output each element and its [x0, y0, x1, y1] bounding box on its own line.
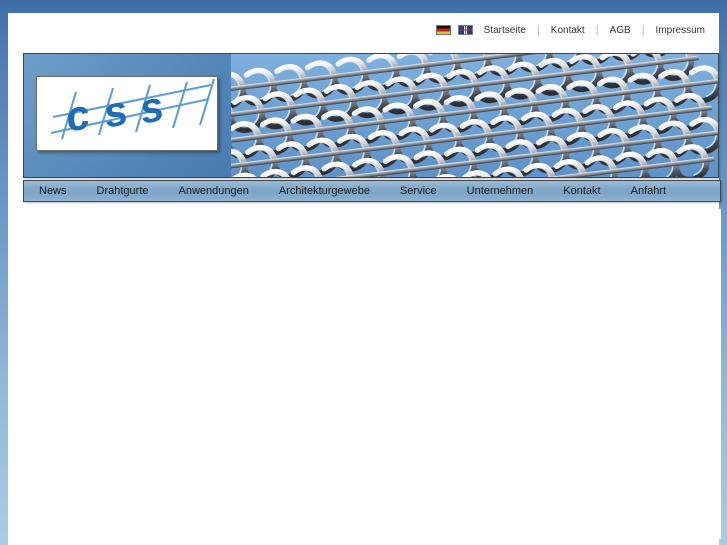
content-area — [23, 209, 721, 539]
nav-item-drahtgurte[interactable]: Drahtgurte — [87, 181, 159, 201]
utility-separator: | — [595, 23, 599, 36]
nav-item-service[interactable]: Service — [390, 181, 447, 201]
nav-item-anwendungen[interactable]: Anwendungen — [169, 181, 259, 201]
utility-link-startseite[interactable]: Startseite — [480, 25, 530, 36]
nav-item-news[interactable]: News — [29, 181, 77, 201]
css-logo-icon: c s s — [37, 77, 217, 150]
main-navigation: News Drahtgurte Anwendungen Architekturg… — [23, 180, 721, 202]
nav-item-unternehmen[interactable]: Unternehmen — [457, 181, 544, 201]
flag-uk-icon[interactable] — [457, 25, 473, 35]
page-panel: Startseite | Kontakt | AGB | Impressum c… — [8, 13, 721, 545]
banner-image — [231, 54, 718, 177]
utility-separator: | — [641, 23, 645, 36]
utility-link-kontakt[interactable]: Kontakt — [547, 25, 589, 36]
wire-mesh-photo — [231, 54, 718, 177]
utility-separator: | — [536, 23, 540, 36]
utility-link-agb[interactable]: AGB — [606, 25, 635, 36]
utility-nav: Startseite | Kontakt | AGB | Impressum — [435, 22, 709, 38]
logo-card[interactable]: c s s — [36, 76, 218, 151]
header-banner: c s s — [23, 53, 719, 178]
nav-item-kontakt[interactable]: Kontakt — [553, 181, 610, 201]
flag-de-icon[interactable] — [435, 25, 451, 35]
utility-link-impressum[interactable]: Impressum — [652, 25, 709, 36]
nav-item-architekturgewebe[interactable]: Architekturgewebe — [269, 181, 380, 201]
logo-pane: c s s — [24, 54, 231, 177]
nav-item-anfahrt[interactable]: Anfahrt — [621, 181, 676, 201]
